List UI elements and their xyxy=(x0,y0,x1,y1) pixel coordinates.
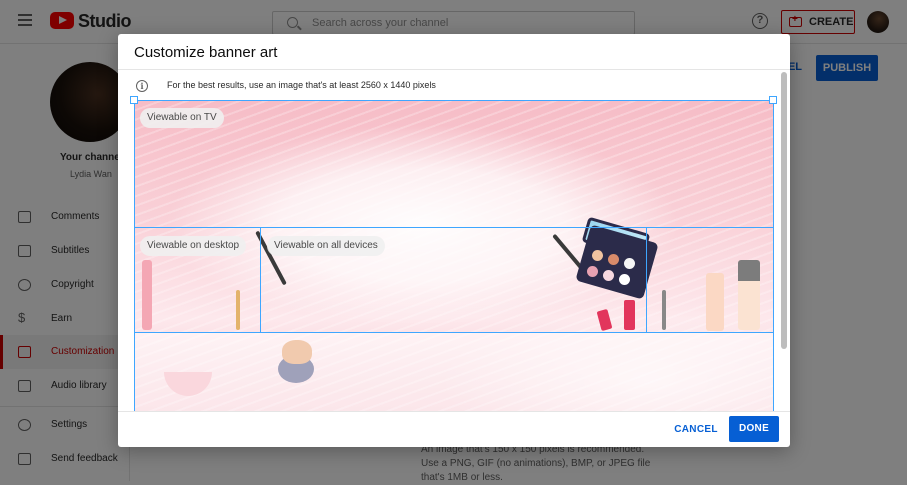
viewable-desktop-chip: Viewable on desktop xyxy=(140,236,247,256)
dialog-header-divider xyxy=(118,69,790,70)
customize-banner-dialog: Customize banner art i For the best resu… xyxy=(118,34,790,447)
crop-handle-top-left[interactable] xyxy=(130,96,138,104)
shade-dot xyxy=(592,250,603,261)
brush-illustration xyxy=(236,290,240,330)
dialog-title: Customize banner art xyxy=(134,44,278,61)
shade-dot xyxy=(624,258,635,269)
banner-outside-area xyxy=(134,333,774,412)
done-button[interactable]: DONE xyxy=(729,416,779,442)
foundation-bottle-illustration xyxy=(706,273,724,331)
dialog-footer-divider xyxy=(118,411,790,412)
dialog-scrollbar[interactable] xyxy=(781,72,787,349)
shade-dot xyxy=(608,254,619,265)
info-text: For the best results, use an image that'… xyxy=(167,80,436,90)
viewable-all-devices-chip: Viewable on all devices xyxy=(267,236,385,256)
banner-preview[interactable]: Viewable on TV Viewable on desktop Viewa… xyxy=(134,100,774,412)
lipstick-illustration xyxy=(624,300,635,330)
viewable-tv-chip: Viewable on TV xyxy=(140,108,224,128)
cancel-button[interactable]: CANCEL xyxy=(671,418,721,442)
lip-gloss-illustration xyxy=(142,260,152,330)
crop-handle-top-right[interactable] xyxy=(769,96,777,104)
shade-dot xyxy=(619,274,630,285)
info-icon: i xyxy=(136,80,148,92)
shade-dot xyxy=(587,266,598,277)
brush-illustration xyxy=(662,290,666,330)
shade-dot xyxy=(603,270,614,281)
foundation-bottle-illustration xyxy=(738,260,760,330)
